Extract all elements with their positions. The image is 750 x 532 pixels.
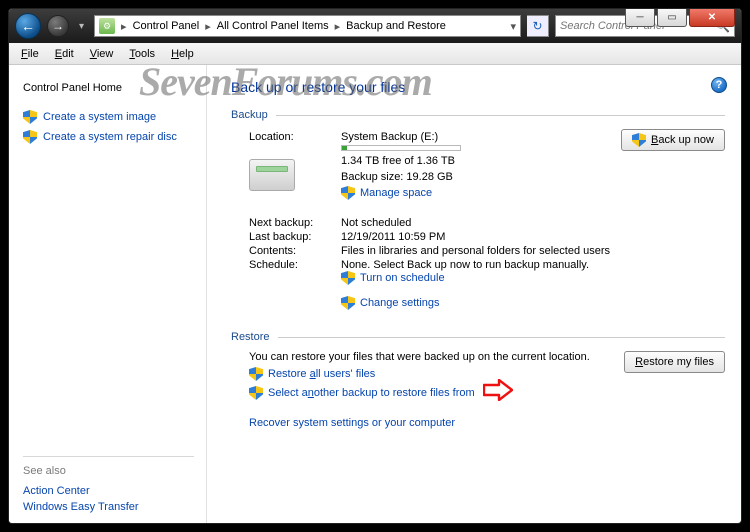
sidebar-control-panel-home[interactable]: Control Panel Home xyxy=(23,79,194,97)
restore-section: Restore You can restore your files that … xyxy=(231,331,725,431)
sidebar-action-center[interactable]: Action Center xyxy=(23,483,194,499)
last-backup-label: Last backup: xyxy=(249,231,341,243)
backup-section: Backup Location: System Backup (E:) xyxy=(231,109,725,317)
help-icon[interactable]: ? xyxy=(711,77,727,93)
schedule-label: Schedule: xyxy=(249,259,341,288)
restore-legend: Restore xyxy=(231,331,278,343)
shield-icon xyxy=(632,133,646,147)
link-label: Change settings xyxy=(360,297,440,309)
sidebar-item-label: Create a system image xyxy=(43,111,156,123)
menu-file[interactable]: File xyxy=(13,46,47,62)
back-up-now-button[interactable]: Back up now xyxy=(621,129,725,151)
contents-value: Files in libraries and personal folders … xyxy=(341,245,725,257)
breadcrumb-item[interactable]: Control Panel xyxy=(131,20,202,32)
refresh-button[interactable]: ↻ xyxy=(527,15,549,37)
menu-tools[interactable]: Tools xyxy=(121,46,163,62)
schedule-value: None. Select Back up now to run backup m… xyxy=(341,259,589,271)
control-panel-icon: ⚙ xyxy=(99,18,115,34)
shield-icon xyxy=(249,386,263,400)
breadcrumb-item[interactable]: Backup and Restore xyxy=(344,20,448,32)
sidebar: Control Panel Home Create a system image… xyxy=(9,65,207,523)
chevron-down-icon[interactable]: ▾ xyxy=(510,20,520,33)
change-settings-link[interactable]: Change settings xyxy=(341,296,440,310)
restore-all-users-link[interactable]: Restore all users' files xyxy=(249,367,375,381)
last-backup-value: 12/19/2011 10:59 PM xyxy=(341,231,725,243)
link-label: Restore all users' files xyxy=(268,368,375,380)
manage-space-link[interactable]: Manage space xyxy=(341,186,432,200)
menu-view[interactable]: View xyxy=(82,46,122,62)
shield-icon xyxy=(23,130,37,144)
link-label: Manage space xyxy=(360,187,432,199)
sidebar-create-repair-disc[interactable]: Create a system repair disc xyxy=(23,127,194,147)
breadcrumb[interactable]: ⚙ ▸ Control Panel ▸ All Control Panel It… xyxy=(94,15,521,37)
next-backup-label: Next backup: xyxy=(249,217,341,229)
location-value: System Backup (E:) xyxy=(341,131,611,143)
nav-history-dropdown[interactable]: ▾ xyxy=(75,21,88,32)
breadcrumb-item[interactable]: All Control Panel Items xyxy=(215,20,331,32)
restore-my-files-button[interactable]: Restore my files xyxy=(624,351,725,373)
divider xyxy=(23,456,194,457)
nav-back-button[interactable]: ← xyxy=(15,13,41,39)
close-button[interactable]: ✕ xyxy=(689,9,735,27)
shield-icon xyxy=(341,186,355,200)
chevron-right-icon: ▸ xyxy=(331,20,345,33)
turn-on-schedule-link[interactable]: Turn on schedule xyxy=(341,271,445,285)
shield-icon xyxy=(341,296,355,310)
nav-forward-button[interactable]: → xyxy=(47,15,69,37)
sidebar-create-system-image[interactable]: Create a system image xyxy=(23,107,194,127)
next-backup-value: Not scheduled xyxy=(341,217,725,229)
sidebar-item-label: Create a system repair disc xyxy=(43,131,177,143)
page-title: Back up or restore your files xyxy=(231,79,725,95)
see-also-header: See also xyxy=(23,465,194,477)
sidebar-windows-easy-transfer[interactable]: Windows Easy Transfer xyxy=(23,499,194,515)
location-label: Location: xyxy=(249,131,341,153)
select-another-backup-link[interactable]: Select another backup to restore files f… xyxy=(249,386,475,400)
shield-icon xyxy=(341,271,355,285)
maximize-button[interactable]: ▭ xyxy=(657,9,687,27)
minimize-button[interactable]: ─ xyxy=(625,9,655,27)
backup-size: Backup size: 19.28 GB xyxy=(341,171,611,183)
chevron-right-icon: ▸ xyxy=(117,20,131,33)
restore-description: You can restore your files that were bac… xyxy=(249,351,612,363)
backup-legend: Backup xyxy=(231,109,276,121)
button-label: Back up now xyxy=(651,134,714,146)
shield-icon xyxy=(249,367,263,381)
chevron-right-icon: ▸ xyxy=(201,20,215,33)
recover-system-link[interactable]: Recover system settings or your computer xyxy=(249,417,455,429)
drive-icon xyxy=(249,159,295,191)
contents-label: Contents: xyxy=(249,245,341,257)
main-content: ? Back up or restore your files Backup L… xyxy=(207,65,741,523)
menu-edit[interactable]: Edit xyxy=(47,46,82,62)
disk-usage-bar xyxy=(341,145,461,151)
link-label: Turn on schedule xyxy=(360,272,445,284)
link-label: Select another backup to restore files f… xyxy=(268,387,475,399)
menu-help[interactable]: Help xyxy=(163,46,202,62)
free-space: 1.34 TB free of 1.36 TB xyxy=(341,155,611,167)
menu-bar: File Edit View Tools Help xyxy=(9,43,741,65)
button-label: Restore my files xyxy=(635,356,714,368)
shield-icon xyxy=(23,110,37,124)
